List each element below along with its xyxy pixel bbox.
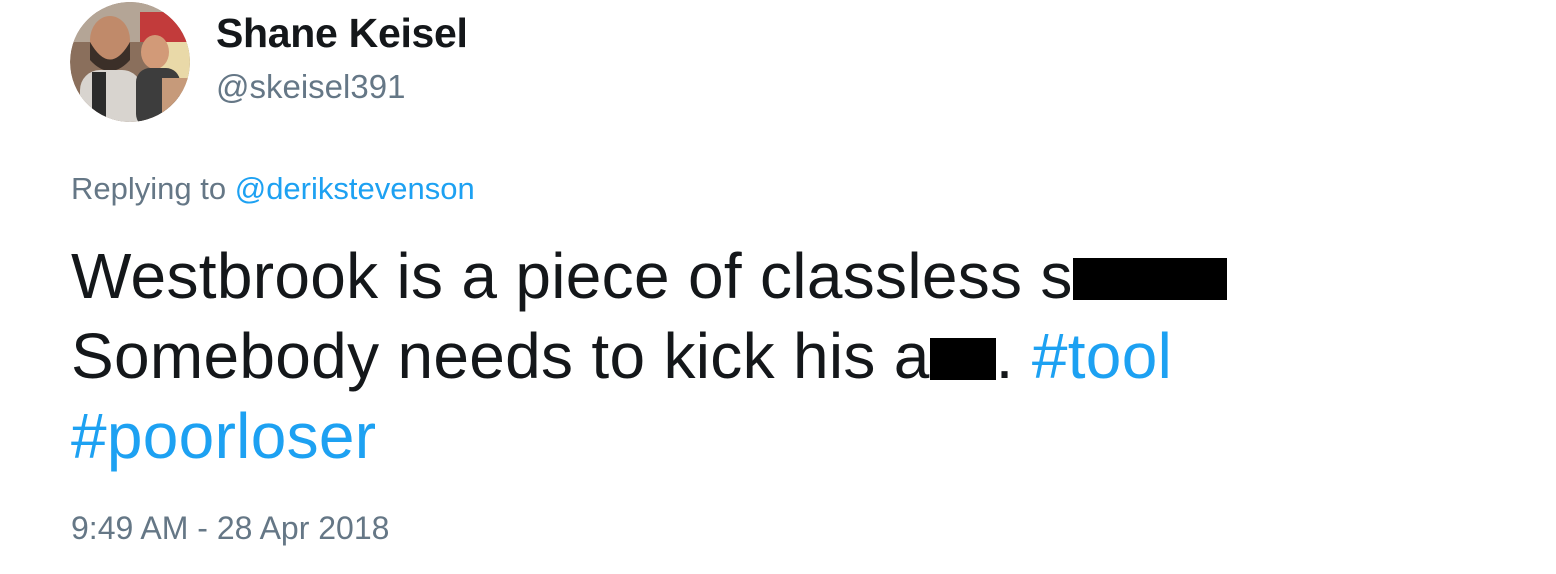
- reply-context: Replying to @derikstevenson: [71, 171, 475, 207]
- tweet-line-2: Somebody needs to kick his a. #tool: [71, 316, 1491, 396]
- tweet-card: Shane Keisel @skeisel391 Replying to @de…: [0, 0, 1556, 574]
- tweet-line-1: Westbrook is a piece of classless s: [71, 236, 1491, 316]
- author-handle[interactable]: @skeisel391: [216, 68, 405, 106]
- tweet-text-segment: Somebody needs to kick his a: [71, 320, 930, 392]
- profile-photo-icon: [70, 2, 190, 122]
- tweet-text-segment: Westbrook is a piece of classless s: [71, 240, 1073, 312]
- tweet-line-3: #poorloser: [71, 396, 1491, 476]
- hashtag-link-poorloser[interactable]: #poorloser: [71, 400, 376, 472]
- tweet-text-segment: .: [995, 320, 1032, 392]
- author-display-name[interactable]: Shane Keisel: [216, 10, 468, 57]
- avatar[interactable]: [70, 2, 190, 122]
- reply-mention-link[interactable]: @derikstevenson: [235, 171, 475, 206]
- tweet-timestamp[interactable]: 9:49 AM - 28 Apr 2018: [71, 510, 389, 547]
- redaction-bar: [1072, 258, 1227, 300]
- redaction-bar: [929, 338, 996, 380]
- hashtag-link-tool[interactable]: #tool: [1032, 320, 1172, 392]
- reply-prefix: Replying to: [71, 171, 227, 206]
- tweet-text: Westbrook is a piece of classless s Some…: [71, 236, 1491, 476]
